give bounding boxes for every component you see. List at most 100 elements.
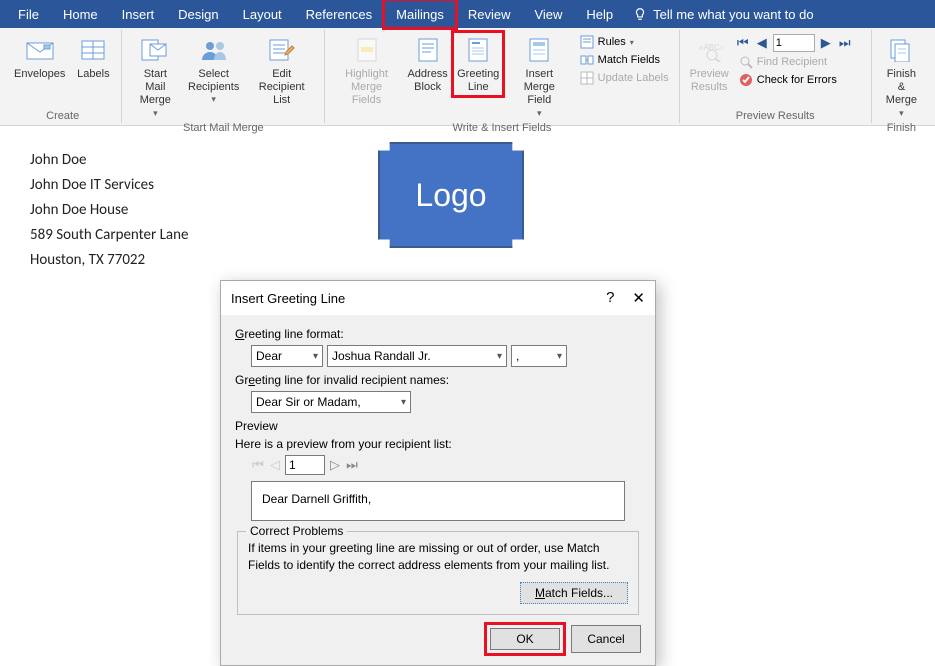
group-write-label: Write & Insert Fields (331, 121, 672, 135)
ok-button-highlight: OK (487, 625, 563, 653)
envelope-icon (24, 34, 56, 66)
finish-merge-button[interactable]: Finish & Merge ▾ (878, 32, 925, 121)
invalid-recipient-label: Greeting line for invalid recipient name… (235, 373, 641, 387)
ribbon: Envelopes Labels Create Start Mail Merge… (0, 28, 935, 126)
group-start-label: Start Mail Merge (128, 121, 318, 135)
menu-insert[interactable]: Insert (110, 0, 167, 28)
lightbulb-icon (633, 7, 647, 21)
highlight-icon (351, 34, 383, 66)
match-fields-label: Match Fields (598, 54, 660, 66)
prev-record-button[interactable]: ◀ (754, 35, 770, 51)
cancel-button[interactable]: Cancel (571, 625, 641, 653)
logo-text: Logo (415, 177, 486, 214)
correct-problems-section: Correct Problems If items in your greeti… (237, 531, 639, 615)
problems-legend: Correct Problems (246, 524, 347, 538)
insert-merge-field-button[interactable]: Insert Merge Field ▾ (505, 32, 574, 121)
address-block-button[interactable]: Address Block (404, 32, 452, 96)
menu-mailings[interactable]: Mailings (384, 0, 456, 28)
name-format-select[interactable]: Joshua Randall Jr.▾ (327, 345, 507, 367)
rules-label: Rules (598, 36, 626, 48)
next-record-button[interactable]: ▶ (818, 35, 834, 51)
greeting-line-button[interactable]: Greeting Line (453, 32, 502, 96)
check-icon (739, 73, 753, 87)
preview-first-button[interactable]: ⏮ (251, 457, 265, 473)
highlight-merge-fields-button[interactable]: Highlight Merge Fields (331, 32, 402, 110)
address-block-label: Address Block (407, 68, 447, 94)
ok-button[interactable]: OK (490, 628, 560, 650)
address-block-icon (412, 34, 444, 66)
preview-box: Dear Darnell Griffith, (251, 481, 625, 521)
select-recipients-button[interactable]: Select Recipients ▾ (184, 32, 243, 107)
check-errors-button[interactable]: Check for Errors (735, 72, 865, 88)
record-number-input[interactable] (773, 34, 815, 52)
menu-review[interactable]: Review (456, 0, 523, 28)
dropdown-caret-icon: ▾ (153, 108, 158, 119)
find-recipient-label: Find Recipient (757, 56, 827, 68)
preview-last-button[interactable]: ⏭ (345, 457, 359, 473)
search-icon (739, 55, 753, 69)
help-button[interactable]: ? (606, 289, 614, 307)
punctuation-select[interactable]: ,▾ (511, 345, 567, 367)
menu-layout[interactable]: Layout (231, 0, 294, 28)
preview-results-label: Preview Results (690, 68, 729, 94)
menu-references[interactable]: References (294, 0, 384, 28)
dropdown-caret-icon: ▾ (537, 108, 542, 119)
envelopes-button[interactable]: Envelopes (10, 32, 69, 83)
preview-next-button[interactable]: ▷ (328, 457, 342, 473)
preview-icon: «ABC» (693, 34, 725, 66)
check-errors-label: Check for Errors (757, 74, 837, 86)
chevron-down-icon: ▾ (401, 397, 406, 408)
edit-list-icon (266, 34, 298, 66)
doc-line-4: 589 South Carpenter Lane (30, 226, 188, 244)
highlight-label: Highlight Merge Fields (335, 68, 398, 108)
group-finish: Finish & Merge ▾ Finish (872, 30, 931, 123)
labels-button[interactable]: Labels (71, 32, 115, 83)
update-labels-button[interactable]: Update Labels (576, 70, 673, 86)
doc-line-5: Houston, TX 77022 (30, 251, 188, 269)
salutation-select[interactable]: Dear▾ (251, 345, 323, 367)
preview-text: Dear Darnell Griffith, (262, 492, 371, 506)
logo-shape: Logo (378, 142, 524, 248)
dropdown-caret-icon: ▾ (630, 38, 634, 47)
find-recipient-button[interactable]: Find Recipient (735, 54, 865, 70)
start-mail-merge-button[interactable]: Start Mail Merge ▾ (128, 32, 182, 121)
match-fields-dialog-button[interactable]: Match Fields... (520, 582, 628, 604)
dropdown-caret-icon: ▾ (211, 94, 216, 105)
last-record-button[interactable]: ⏭ (837, 35, 853, 51)
labels-label: Labels (77, 68, 109, 81)
preview-prev-button[interactable]: ◁ (268, 457, 282, 473)
edit-recipient-list-button[interactable]: Edit Recipient List (245, 32, 318, 110)
people-icon (198, 34, 230, 66)
group-start-mail-merge: Start Mail Merge ▾ Select Recipients ▾ E… (122, 30, 325, 123)
preview-record-input[interactable] (285, 455, 325, 475)
tell-me-label: Tell me what you want to do (653, 7, 813, 22)
start-mail-merge-label: Start Mail Merge (132, 68, 178, 108)
group-create-label: Create (10, 109, 115, 123)
menu-view[interactable]: View (522, 0, 574, 28)
edit-recipient-list-label: Edit Recipient List (249, 68, 314, 108)
menu-home[interactable]: Home (51, 0, 110, 28)
menu-help[interactable]: Help (574, 0, 625, 28)
insert-greeting-line-dialog: Insert Greeting Line ? ✕ GGreeting line … (220, 280, 656, 666)
envelopes-label: Envelopes (14, 68, 65, 81)
invalid-greeting-select[interactable]: Dear Sir or Madam,▾ (251, 391, 411, 413)
document-text: John Doe John Doe IT Services John Doe H… (30, 144, 188, 276)
mail-merge-icon (139, 34, 171, 66)
insert-merge-field-label: Insert Merge Field (509, 68, 570, 108)
preview-results-button[interactable]: «ABC» Preview Results (686, 32, 733, 96)
menu-design[interactable]: Design (166, 0, 230, 28)
menu-file[interactable]: File (6, 0, 51, 28)
match-fields-button[interactable]: Match Fields (576, 52, 673, 68)
group-finish-label: Finish (878, 121, 925, 135)
group-preview-results: «ABC» Preview Results ⏮ ◀ ▶ ⏭ Find Recip… (680, 30, 872, 123)
dialog-titlebar: Insert Greeting Line ? ✕ (221, 281, 655, 315)
match-fields-icon (580, 53, 594, 67)
tell-me-search[interactable]: Tell me what you want to do (633, 7, 813, 22)
rules-button[interactable]: Rules ▾ (576, 34, 673, 50)
record-navigation: ⏮ ◀ ▶ ⏭ (735, 34, 865, 52)
preview-navigation: ⏮ ◁ ▷ ⏭ (251, 455, 641, 475)
first-record-button[interactable]: ⏮ (735, 35, 751, 51)
svg-text:«ABC»: «ABC» (699, 43, 723, 52)
doc-line-1: John Doe (30, 151, 188, 169)
close-button[interactable]: ✕ (632, 289, 645, 307)
